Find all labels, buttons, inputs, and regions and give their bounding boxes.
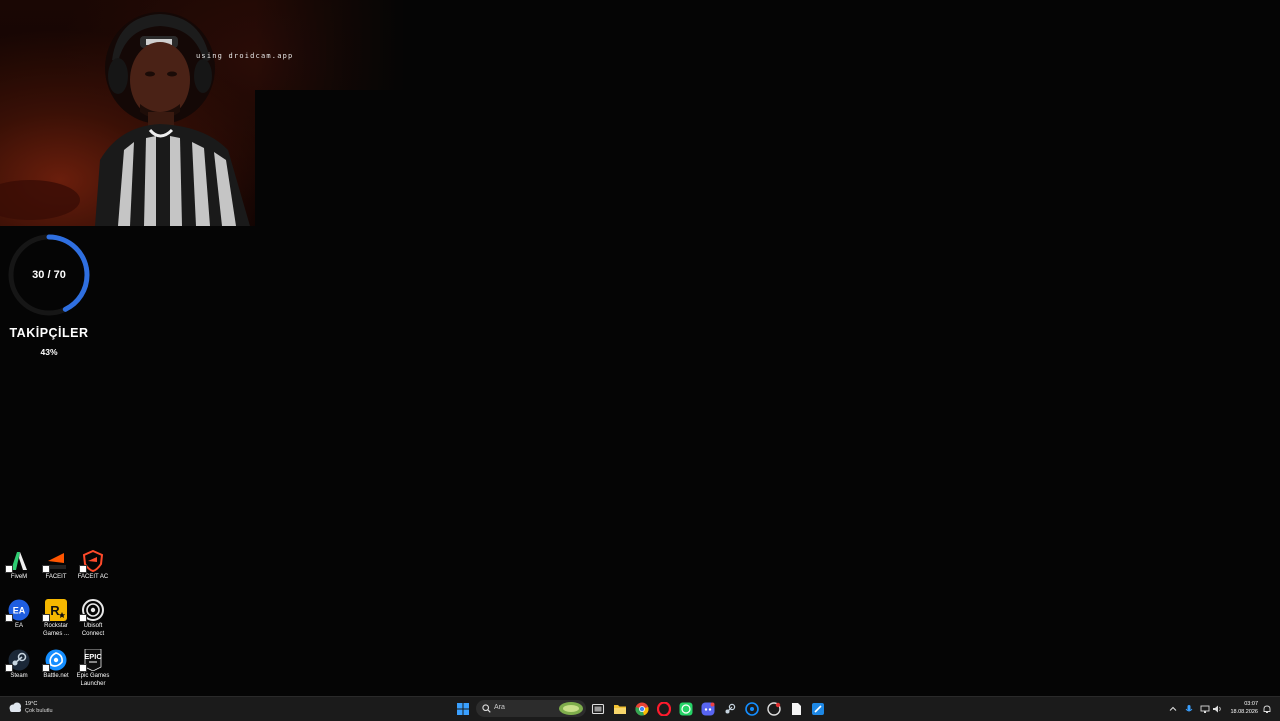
search-icon (482, 704, 491, 713)
desktop-icon-label: FACEIT AC (77, 574, 109, 580)
weather-description: Çok bulutlu (25, 708, 53, 714)
desktop-icon-epic-games[interactable]: EPIC Epic Games Launcher (74, 648, 112, 688)
webcam-edge-fade (255, 0, 405, 226)
desktop-icon-label: Steam (10, 673, 28, 679)
follower-goal-percent: 43% (40, 347, 58, 357)
clock-date: 18.08.2026 (1230, 709, 1258, 715)
notification-bell-icon[interactable] (1262, 704, 1272, 714)
follower-goal-title: TAKİPÇİLER (9, 326, 89, 340)
chrome-icon[interactable] (635, 702, 649, 716)
search-placeholder: Ara (494, 704, 505, 711)
windows-start-icon[interactable] (456, 702, 470, 716)
desktop-icon-label: Ubisoft Connect (81, 623, 105, 637)
desktop-icon-battlenet[interactable]: Battle.net (37, 649, 75, 681)
weather-temperature: 19°C (25, 701, 38, 707)
paint-icon[interactable] (811, 702, 825, 716)
notepad-icon[interactable] (789, 702, 803, 716)
desktop-icon-faceit[interactable]: FACEIT (37, 550, 75, 582)
steam-taskbar-icon[interactable] (723, 702, 737, 716)
taskbar: 19°C Çok bulutlu Ara 03:07 18.08.2026 (0, 696, 1280, 721)
speaker-icon[interactable] (1212, 704, 1222, 714)
desktop-icon-label: FACEIT (45, 574, 67, 580)
battlenet-taskbar-icon[interactable] (745, 702, 759, 716)
desktop-icon-fivem[interactable]: FiveM (0, 550, 38, 582)
desktop-icon-label: Battle.net (43, 673, 69, 679)
desktop-icon-ubisoft[interactable]: Ubisoft Connect (74, 599, 112, 638)
desktop-icon-steam[interactable]: Steam (0, 649, 38, 681)
network-icon[interactable] (1200, 704, 1210, 714)
file-explorer-icon[interactable] (613, 702, 627, 716)
webcam-overlay: using droidcam.app (0, 0, 405, 226)
weather-widget[interactable]: 19°C Çok bulutlu (8, 701, 53, 716)
taskbar-search-box[interactable]: Ara (476, 700, 586, 717)
svg-text:EA: EA (13, 606, 26, 616)
discord-icon[interactable] (701, 702, 715, 716)
svg-text:R: R (50, 603, 60, 618)
desktop-icon-label: EA (14, 623, 23, 629)
opera-icon[interactable] (657, 702, 671, 716)
follower-goal-count: 30 / 70 (32, 269, 66, 281)
droidcam-watermark: using droidcam.app (196, 52, 294, 60)
cloud-icon (9, 702, 21, 712)
desktop-icon-faceit-ac[interactable]: FACEIT AC (74, 549, 112, 582)
desktop-icon-ea[interactable]: EA EA (0, 599, 38, 631)
clock-time: 03:07 (1244, 701, 1258, 707)
svg-text:EPIC: EPIC (84, 652, 102, 661)
task-view-icon[interactable] (591, 702, 605, 716)
chevron-up-icon[interactable] (1168, 704, 1178, 714)
desktop-icon-label: FiveM (10, 574, 28, 580)
desktop-icon-label: Epic Games Launcher (76, 673, 110, 687)
whatsapp-icon[interactable] (679, 702, 693, 716)
taskbar-clock[interactable]: 03:07 18.08.2026 (1226, 700, 1258, 716)
rockstar-taskbar-icon[interactable] (767, 702, 781, 716)
webcam-person-image (0, 12, 250, 226)
desktop-icon-label: Rockstar Games ... (42, 623, 69, 637)
microphone-icon[interactable] (1184, 704, 1194, 714)
search-highlight-icon (559, 702, 583, 715)
desktop-icon-rockstar[interactable]: R Rockstar Games ... (37, 599, 75, 638)
